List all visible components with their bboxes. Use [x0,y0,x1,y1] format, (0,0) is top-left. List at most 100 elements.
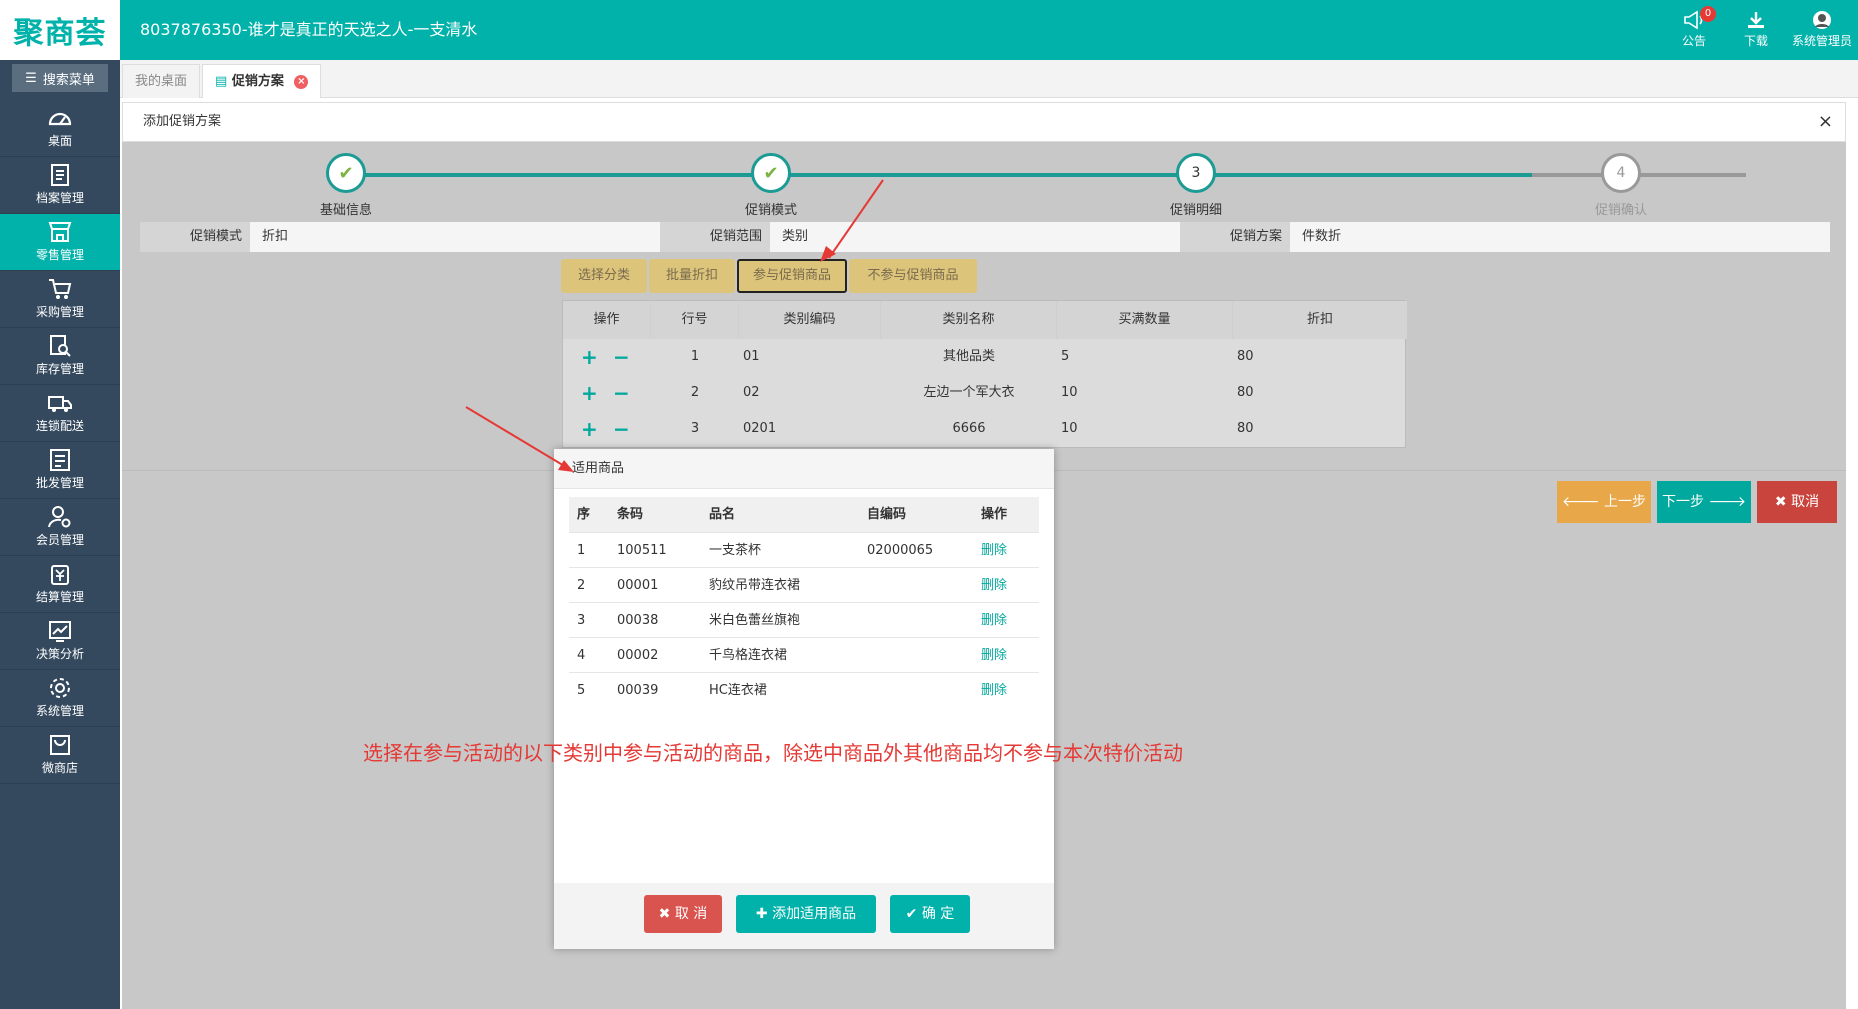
table-row: 2 00001 豹纹吊带连衣裙 删除 [569,568,1039,603]
user-label: 系统管理员 [1791,34,1852,48]
sidebar-item-analysis[interactable]: 决策分析 [0,613,120,670]
sidebar-item-wholesale[interactable]: 批发管理 [0,442,120,499]
add-row-icon[interactable]: + [581,411,598,447]
wizard-steps: ✔ 基础信息 ✔ 促销模式 3 促销明细 4 促销确认 [122,145,1846,225]
panel-title: 添加促销方案 [143,114,222,129]
category-code: 01 [743,349,760,364]
sidebar-item-label: 连锁配送 [35,419,84,433]
goods-table: 序 条码 品名 自编码 操作 1 100511 一支茶杯 02000065 删除… [569,497,1039,708]
discount: 80 [1237,349,1254,364]
tab-promotion[interactable]: ▤ 促销方案 × [202,64,322,98]
progress-line-done [346,173,1532,177]
add-goods-label: 添加适用商品 [772,906,857,922]
seq-cell: 4 [577,648,586,663]
category-table: 操作 行号 类别编码 类别名称 买满数量 折扣 + − 1 01 其他品类 5 … [562,300,1407,448]
bag-icon [50,735,70,755]
panel-header: 添加促销方案 × [122,102,1846,142]
row-number: 1 [690,349,700,364]
notice-badge: 0 [1700,6,1716,22]
close-tab-icon[interactable]: × [294,74,309,89]
delete-link[interactable]: 删除 [981,568,1007,603]
chart-icon [49,621,71,642]
sidebar-item-purchase[interactable]: 采购管理 [0,271,120,328]
add-goods-button[interactable]: ✚ 添加适用商品 [736,895,876,933]
sidebar-item-label: 结算管理 [35,590,84,604]
app-logo[interactable]: 聚商荟 [0,0,120,60]
plus-icon: ✚ [755,906,768,922]
annotation-text: 选择在参与活动的以下类别中参与活动的商品，除选中商品外其他商品均不参与本次特价活… [363,741,1183,765]
search-menu-label: 搜索菜单 [42,72,95,88]
delete-link[interactable]: 删除 [981,533,1007,568]
barcode-cell: 00039 [617,683,659,698]
column-header: 序 [577,507,591,522]
remove-row-icon[interactable]: − [613,339,630,375]
name-cell: HC连衣裙 [709,683,767,698]
plan-value: 件数折 [1290,222,1830,252]
code-cell: 02000065 [867,543,934,558]
remove-row-icon[interactable]: − [613,375,630,411]
notice-button[interactable]: 0 公告 [1664,6,1724,54]
top-bar: 聚商荟 8037876350-谁才是真正的天选之人-一支清水 0 公告 下载 系… [0,0,1858,60]
tab-my-desktop[interactable]: 我的桌面 [122,64,201,98]
sidebar-item-desktop[interactable]: 桌面 [0,100,120,157]
settlement-icon [51,565,69,585]
delete-link[interactable]: 删除 [981,673,1007,708]
barcode-cell: 00002 [617,648,659,663]
join-goods-button[interactable]: 参与促销商品 [737,259,847,293]
cancel-wizard-button[interactable]: ✖ 取消 [1757,481,1837,523]
step-3-label: 促销明细 [1169,203,1222,218]
step-4-number: 4 [1616,165,1626,181]
dialog-cancel-button[interactable]: ✖ 取 消 [644,895,722,933]
batch-discount-button[interactable]: 批量折扣 [649,259,735,293]
download-icon [1748,12,1764,28]
sidebar: ☰ 搜索菜单 桌面 档案管理 零售管理 采购管理 库存管理 连锁配送 批发管理 … [0,60,120,1009]
dialog-confirm-button[interactable]: ✔ 确 定 [890,895,970,933]
sidebar-item-member[interactable]: 会员管理 [0,499,120,556]
barcode-cell: 00001 [617,578,659,593]
seq-cell: 1 [577,543,586,558]
user-menu[interactable]: 系统管理员 [1786,6,1858,54]
sidebar-item-label: 批发管理 [35,476,84,490]
column-header: 买满数量 [1057,301,1233,339]
remove-row-icon[interactable]: − [613,411,630,447]
tab-label: 我的桌面 [135,74,188,89]
sidebar-item-inventory[interactable]: 库存管理 [0,328,120,385]
sidebar-item-label: 档案管理 [35,191,84,205]
add-row-icon[interactable]: + [581,339,598,375]
sidebar-item-system[interactable]: 系统管理 [0,670,120,727]
column-header: 自编码 [867,507,907,522]
download-button[interactable]: 下载 [1726,6,1786,54]
exclude-goods-button[interactable]: 不参与促销商品 [849,259,977,293]
sidebar-item-microstore[interactable]: 微商店 [0,727,120,784]
sidebar-item-label: 微商店 [41,761,78,775]
dialog-title: 适用商品 [554,449,1054,489]
prev-step-button[interactable]: 🡐 上一步 [1557,481,1651,523]
sidebar-item-retail[interactable]: 零售管理 [0,214,120,271]
check-icon: ✔ [338,162,354,184]
sidebar-item-label: 桌面 [47,134,72,148]
category-name: 其他品类 [942,349,995,364]
applicable-goods-dialog: 适用商品 序 条码 品名 自编码 操作 1 100511 一支茶杯 020000… [554,449,1054,949]
sidebar-item-archive[interactable]: 档案管理 [0,157,120,214]
select-category-button[interactable]: 选择分类 [561,259,647,293]
column-header: 折扣 [1233,301,1407,339]
delete-link[interactable]: 删除 [981,603,1007,638]
cancel-wizard-label: 取消 [1791,494,1820,510]
next-step-button[interactable]: 下一步 🡒 [1657,481,1751,523]
name-cell: 米白色蕾丝旗袍 [709,613,801,628]
delete-link[interactable]: 删除 [981,638,1007,673]
step-1-label: 基础信息 [319,203,372,218]
sidebar-item-label: 会员管理 [35,533,84,547]
search-menu-button[interactable]: ☰ 搜索菜单 [12,64,108,92]
close-icon[interactable]: × [1818,103,1833,141]
close-icon: ✖ [658,906,671,922]
sidebar-item-delivery[interactable]: 连锁配送 [0,385,120,442]
barcode-cell: 100511 [617,543,667,558]
buy-quantity: 10 [1061,385,1078,400]
sidebar-item-settlement[interactable]: 结算管理 [0,556,120,613]
barcode-cell: 00038 [617,613,659,628]
plan-label: 促销方案 [1180,222,1290,252]
dashboard-icon [48,112,72,126]
sidebar-item-label: 库存管理 [35,362,84,376]
add-row-icon[interactable]: + [581,375,598,411]
